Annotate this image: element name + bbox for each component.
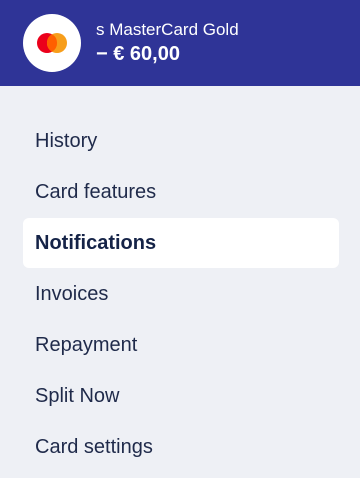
card-header: s MasterCard Gold − € 60,00	[0, 0, 360, 86]
menu-item-label: Card features	[35, 181, 157, 203]
menu-item-card-features[interactable]: Card features	[23, 167, 339, 217]
menu-item-history[interactable]: History	[23, 116, 339, 166]
menu-item-invoices[interactable]: Invoices	[23, 269, 339, 319]
menu-item-label: Repayment	[35, 334, 138, 356]
menu-item-split-now[interactable]: Split Now	[23, 371, 339, 421]
card-avatar	[23, 14, 81, 72]
menu-item-label: History	[35, 130, 98, 152]
menu-item-label: Card settings	[35, 436, 153, 458]
card-name: s MasterCard Gold	[96, 20, 239, 39]
mastercard-logo-icon	[37, 33, 67, 53]
menu-item-notifications[interactable]: Notifications	[23, 218, 339, 268]
menu-item-label: Invoices	[35, 283, 109, 305]
menu-item-label: Notifications	[35, 232, 157, 254]
menu-item-card-settings[interactable]: Card settings	[23, 422, 339, 472]
menu-item-label: Split Now	[35, 385, 120, 407]
menu-item-repayment[interactable]: Repayment	[23, 320, 339, 370]
card-balance: − € 60,00	[96, 43, 180, 65]
